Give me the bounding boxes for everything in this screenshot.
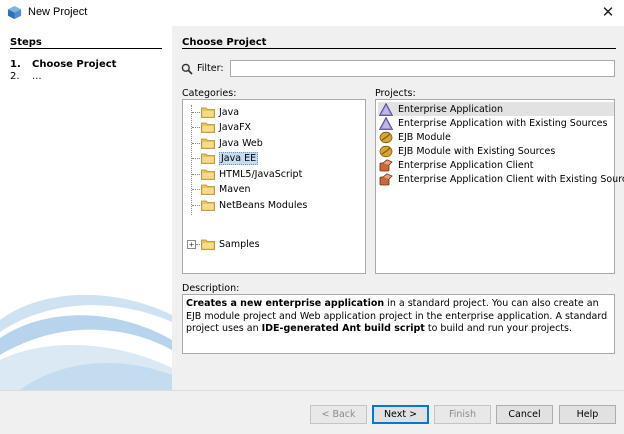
filter-input[interactable] (230, 60, 615, 77)
project-label: EJB Module with Existing Sources (398, 145, 556, 157)
expand-icon[interactable]: + (187, 240, 196, 249)
category-label: Samples (219, 238, 260, 250)
filter-label: Filter: (197, 63, 224, 74)
description-label: Description: (182, 283, 240, 294)
title-divider (182, 48, 616, 49)
description-bold: Creates a new enterprise application (186, 298, 385, 309)
tree-guide-line (191, 105, 192, 215)
project-item-enterprise-application-client[interactable]: Enterprise Application Client (378, 158, 540, 172)
project-item-ejb-module[interactable]: EJB Module (378, 130, 457, 144)
description-bold: IDE-generated Ant build script (261, 323, 425, 334)
step-item-1: 1. Choose Project (10, 59, 116, 70)
folder-icon (201, 138, 215, 149)
project-label: Enterprise Application Client with Exist… (398, 173, 624, 185)
page-title: Choose Project (182, 37, 267, 48)
category-item-java-web[interactable]: Java Web (201, 136, 263, 150)
categories-tree[interactable]: Java JavaFX Java Web Java EE HTML5/JavaS… (182, 99, 366, 274)
category-label: Java Web (219, 137, 263, 149)
category-label-selected: Java EE (219, 151, 259, 165)
steps-panel: Steps 1. Choose Project 2.... (0, 26, 172, 390)
project-label: Enterprise Application with Existing Sou… (398, 117, 608, 129)
folder-icon (201, 239, 215, 250)
category-label: JavaFX (219, 121, 252, 133)
finish-button[interactable]: Finish (434, 405, 491, 424)
folder-icon (201, 122, 215, 133)
projects-list[interactable]: Enterprise Application Enterprise Applic… (375, 99, 624, 274)
project-item-enterprise-application[interactable]: Enterprise Application (378, 102, 614, 116)
folder-icon (201, 200, 215, 211)
window-title: New Project (28, 6, 88, 18)
step-item-2: 2.... (10, 71, 42, 82)
search-icon (181, 63, 193, 75)
project-label: EJB Module (398, 131, 451, 143)
footer-divider (0, 390, 624, 391)
description-body: to build and run your projects. (424, 323, 572, 334)
folder-icon (201, 184, 215, 195)
next-button[interactable]: Next > (372, 405, 429, 424)
back-button[interactable]: < Back (310, 405, 367, 424)
project-item-enterprise-application-client-existing[interactable]: Enterprise Application Client with Exist… (378, 172, 624, 186)
project-label: Enterprise Application (398, 103, 503, 115)
category-item-samples[interactable]: Samples (201, 237, 260, 251)
category-label: Java (219, 106, 240, 118)
steps-heading: Steps (10, 37, 42, 48)
client-icon (379, 158, 393, 171)
description-text: Creates a new enterprise application in … (182, 294, 615, 354)
category-item-netbeans-modules[interactable]: NetBeans Modules (201, 198, 307, 212)
bean-icon (379, 145, 393, 157)
step-number: 2. (10, 71, 20, 82)
project-item-ejb-module-existing[interactable]: EJB Module with Existing Sources (378, 144, 561, 158)
category-label: HTML5/JavaScript (219, 168, 303, 180)
folder-icon (201, 169, 215, 180)
bean-icon (379, 131, 393, 143)
content-panel: Choose Project Filter: Categories: Java … (172, 26, 624, 390)
step-label: ... (32, 71, 42, 82)
category-item-html5[interactable]: HTML5/JavaScript (201, 167, 302, 181)
triangle-icon (379, 102, 393, 116)
category-label: Maven (219, 183, 251, 195)
decorative-swoosh-image (0, 294, 172, 390)
help-button[interactable]: Help (559, 405, 616, 424)
client-icon (379, 172, 393, 185)
steps-divider (10, 48, 162, 49)
category-item-maven[interactable]: Maven (201, 182, 251, 196)
title-bar: New Project ✕ (0, 0, 624, 26)
categories-label: Categories: (182, 88, 237, 99)
triangle-icon (379, 116, 393, 130)
project-label: Enterprise Application Client (398, 159, 534, 171)
folder-icon (201, 153, 215, 164)
netbeans-cube-icon (7, 5, 22, 20)
category-item-java[interactable]: Java (201, 105, 239, 119)
step-label: Choose Project (32, 59, 117, 70)
category-label: NetBeans Modules (219, 199, 308, 211)
project-item-enterprise-application-existing[interactable]: Enterprise Application with Existing Sou… (378, 116, 613, 130)
folder-icon (201, 107, 215, 118)
close-icon[interactable]: ✕ (598, 2, 618, 22)
category-item-javafx[interactable]: JavaFX (201, 120, 251, 134)
projects-label: Projects: (375, 88, 416, 99)
category-item-java-ee[interactable]: Java EE (201, 151, 259, 165)
step-number: 1. (10, 59, 21, 70)
cancel-button[interactable]: Cancel (496, 405, 553, 424)
